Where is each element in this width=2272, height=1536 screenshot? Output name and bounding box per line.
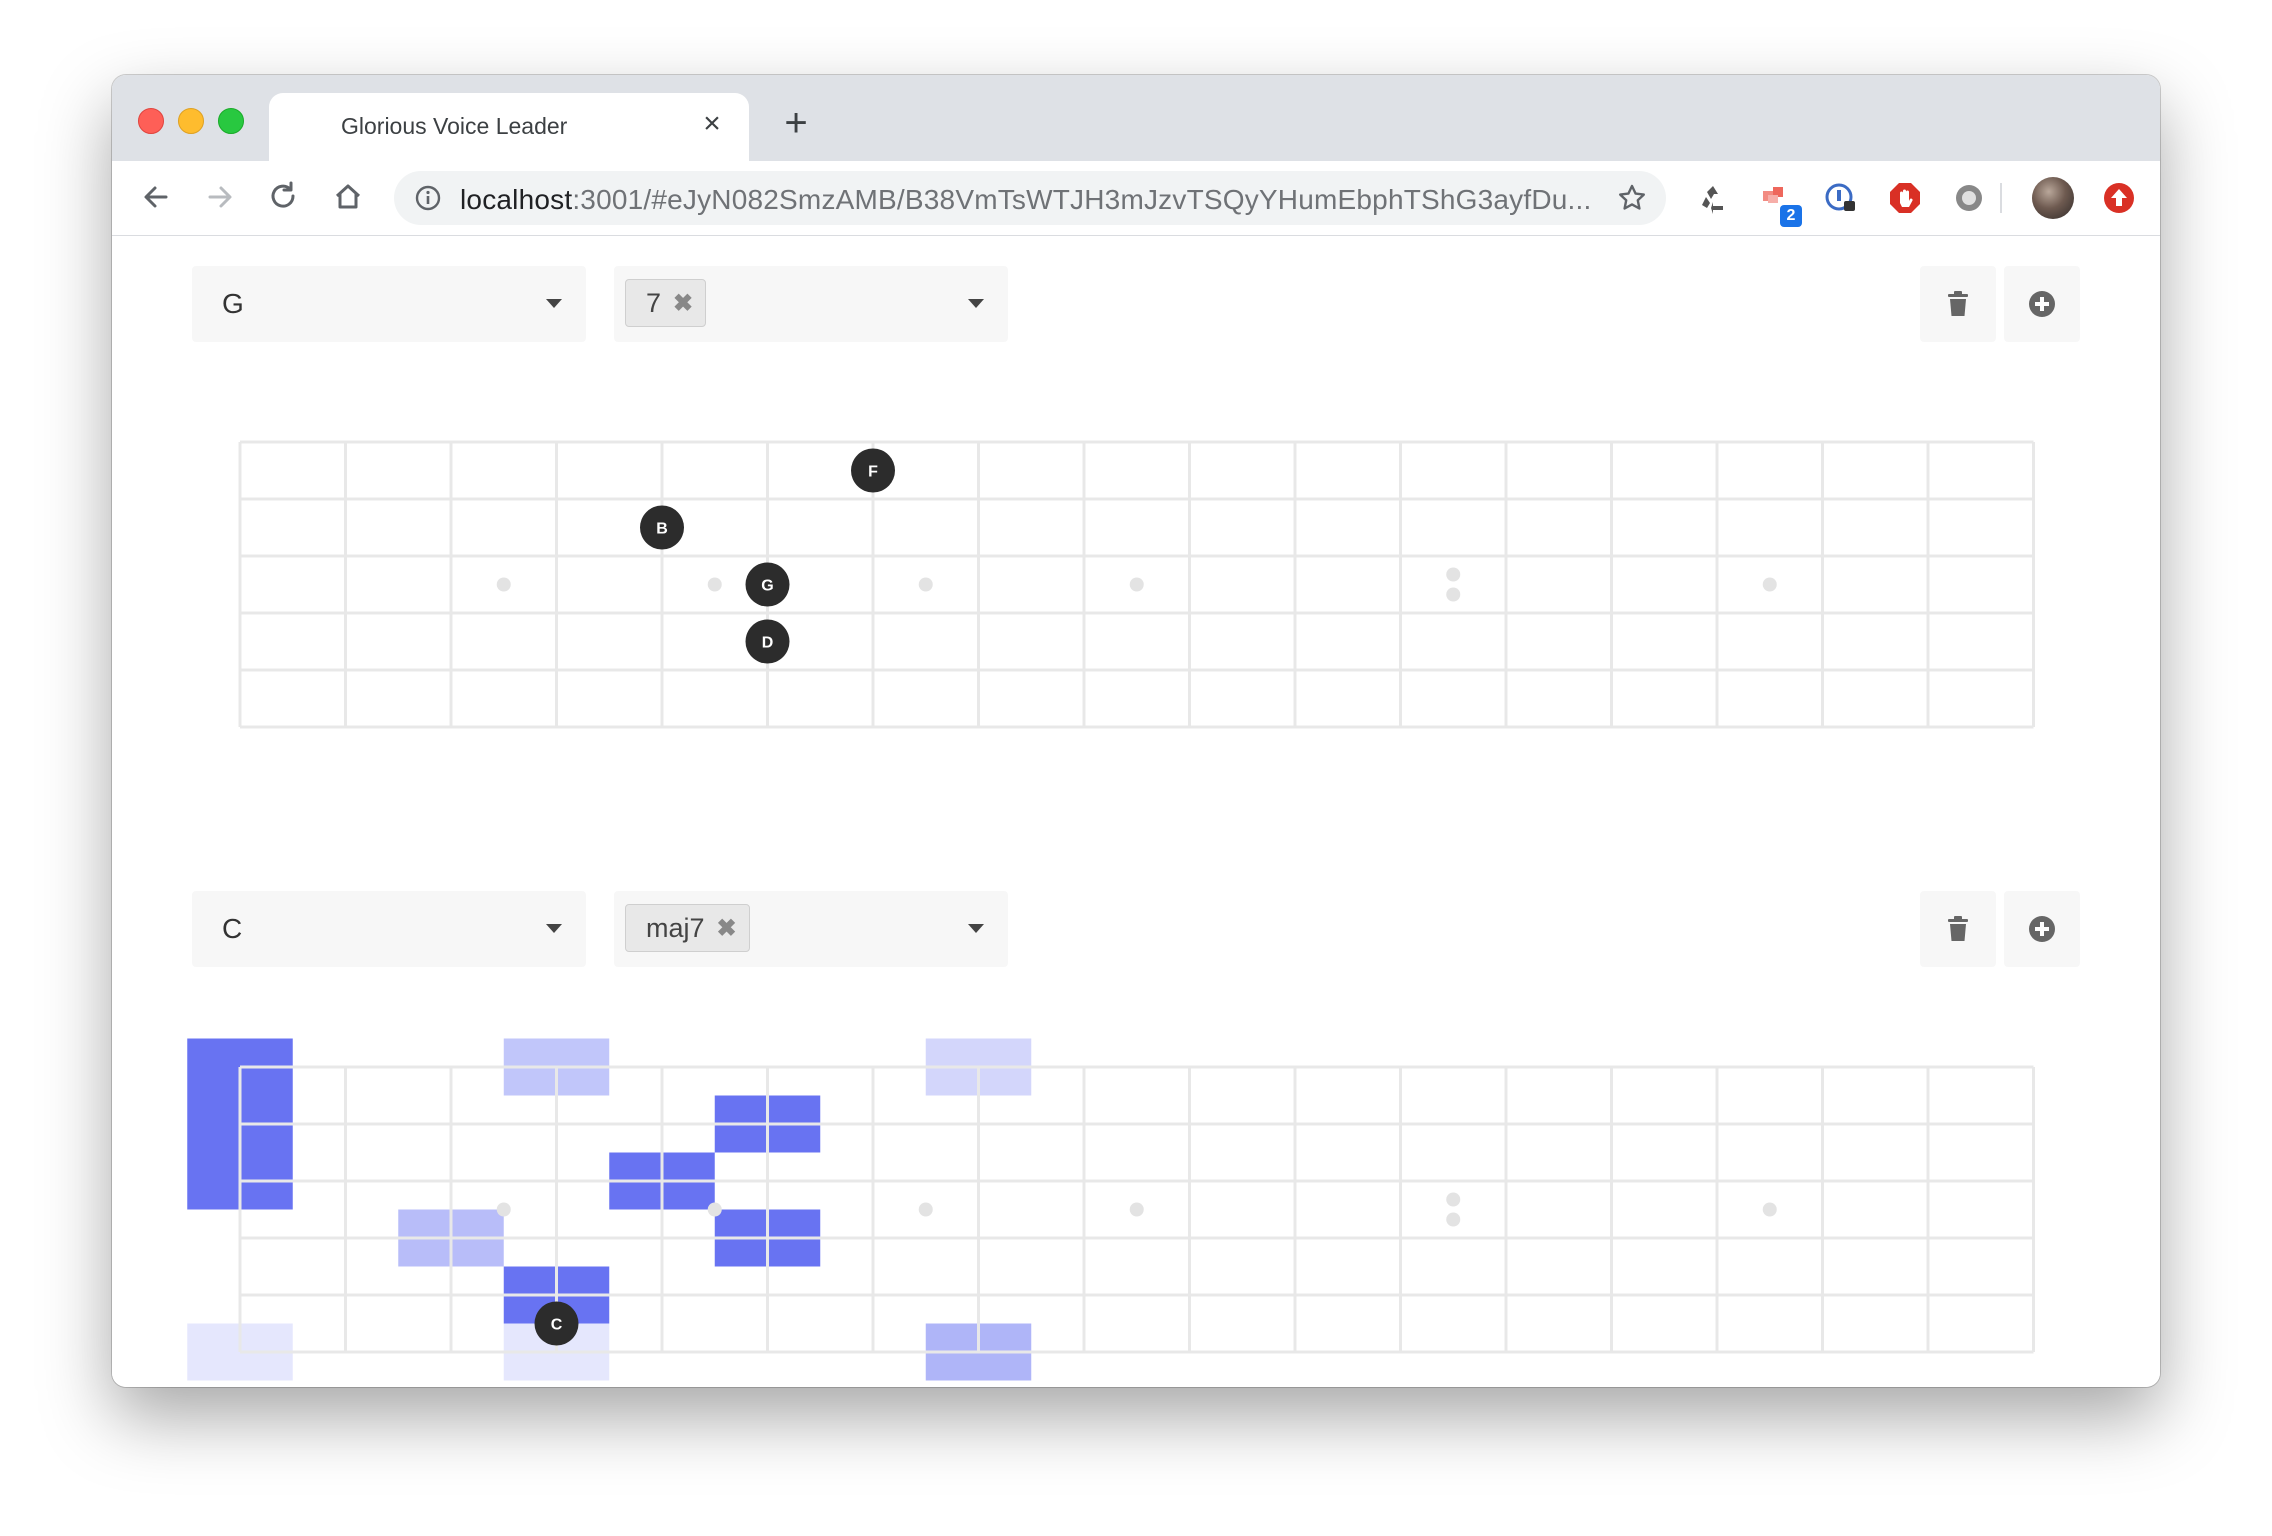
quality-chip: maj7 ✖	[625, 904, 750, 952]
quality-select-2[interactable]: maj7 ✖	[614, 891, 1008, 967]
inlay-dot	[918, 577, 933, 592]
inlay-dot	[1446, 1192, 1461, 1207]
close-icon[interactable]: ×	[697, 109, 727, 139]
inlay-dot	[1129, 577, 1144, 592]
browser-window: Glorious Voice Leader × + localhost:3001…	[112, 75, 2160, 1387]
note-label: B	[656, 521, 668, 538]
plus-circle-icon	[2029, 916, 2055, 942]
toolbar-divider	[2000, 183, 2002, 213]
maximize-window-button[interactable]	[218, 108, 244, 134]
new-tab-button[interactable]: +	[776, 103, 816, 143]
delete-chord-button[interactable]	[1920, 266, 1996, 342]
update-arrow-icon[interactable]	[2102, 181, 2136, 215]
forward-arrow-icon[interactable]	[200, 177, 240, 217]
note-marker[interactable]: G	[745, 562, 790, 607]
reload-icon[interactable]	[264, 177, 304, 217]
password-manager-icon[interactable]	[1824, 181, 1858, 215]
inlay-dot	[1446, 1212, 1461, 1227]
note-label: F	[868, 464, 878, 481]
inlay-dot	[1762, 577, 1777, 592]
note-marker[interactable]: F	[851, 448, 895, 493]
tab-strip: Glorious Voice Leader × +	[112, 75, 2160, 161]
inlay-dot	[496, 1202, 511, 1217]
plus-circle-icon	[2029, 291, 2055, 317]
inlay-dot	[707, 577, 722, 592]
root-value: C	[222, 913, 243, 944]
extension-badge: 2	[1780, 205, 1802, 227]
circle-extension-icon[interactable]	[1952, 181, 1986, 215]
inlay-dot	[918, 1202, 933, 1217]
note-label: D	[762, 635, 774, 652]
tab-glorious-voice-leader[interactable]: Glorious Voice Leader ×	[269, 93, 749, 161]
inlay-dot	[496, 577, 511, 592]
note-label: C	[551, 1317, 563, 1334]
note-marker[interactable]: B	[640, 505, 684, 550]
close-window-button[interactable]	[138, 108, 164, 134]
fretboard-1[interactable]: F B G D	[112, 396, 2160, 766]
remove-chip-icon[interactable]: ✖	[717, 914, 737, 943]
caret-down-icon	[546, 924, 562, 933]
back-arrow-icon[interactable]	[136, 177, 176, 217]
inlay-dot	[1446, 567, 1461, 582]
quality-chip: 7 ✖	[625, 279, 707, 327]
root-value: G	[222, 288, 244, 319]
quality-select-1[interactable]: 7 ✖	[614, 266, 1008, 342]
trash-icon	[1948, 916, 1968, 941]
home-icon[interactable]	[328, 177, 368, 217]
tab-title: Glorious Voice Leader	[341, 113, 568, 139]
address-bar[interactable]: localhost:3001/#eJyN082SmzAMB/B38VmTsWTJ…	[394, 171, 1666, 225]
page-content: G 7 ✖ F B G D C maj7 ✖ C	[112, 236, 2160, 1387]
browser-toolbar: localhost:3001/#eJyN082SmzAMB/B38VmTsWTJ…	[112, 161, 2160, 236]
caret-down-icon	[546, 299, 562, 308]
recycle-extension-icon[interactable]	[1696, 181, 1730, 215]
adblock-stop-icon[interactable]	[1888, 181, 1922, 215]
chip-label: 7	[646, 287, 662, 318]
note-marker[interactable]: C	[534, 1301, 579, 1346]
inlay-dot	[707, 1202, 722, 1217]
inlay-dot	[1446, 587, 1461, 602]
root-select-1[interactable]: G	[192, 266, 586, 342]
add-chord-button[interactable]	[2004, 891, 2080, 967]
fretboard-svg: C	[187, 1038, 2035, 1381]
chip-label: maj7	[646, 912, 705, 943]
note-label: G	[761, 578, 773, 595]
trash-icon	[1948, 291, 1968, 316]
fretboard-svg: F B G D	[238, 440, 2035, 729]
caret-down-icon	[968, 924, 984, 933]
remove-chip-icon[interactable]: ✖	[673, 289, 693, 318]
minimize-window-button[interactable]	[178, 108, 204, 134]
bookmark-star-icon[interactable]	[1616, 182, 1648, 214]
caret-down-icon	[968, 299, 984, 308]
url-text[interactable]: localhost:3001/#eJyN082SmzAMB/B38VmTsWTJ…	[460, 184, 1592, 216]
delete-chord-button[interactable]	[1920, 891, 1996, 967]
inlay-dot	[1762, 1202, 1777, 1217]
add-chord-button[interactable]	[2004, 266, 2080, 342]
profile-avatar[interactable]	[2032, 177, 2074, 219]
root-select-2[interactable]: C	[192, 891, 586, 967]
info-icon[interactable]	[414, 184, 442, 212]
fretboard-2[interactable]: C	[112, 1021, 2160, 1387]
note-marker[interactable]: D	[745, 619, 790, 664]
inlay-dot	[1129, 1202, 1144, 1217]
